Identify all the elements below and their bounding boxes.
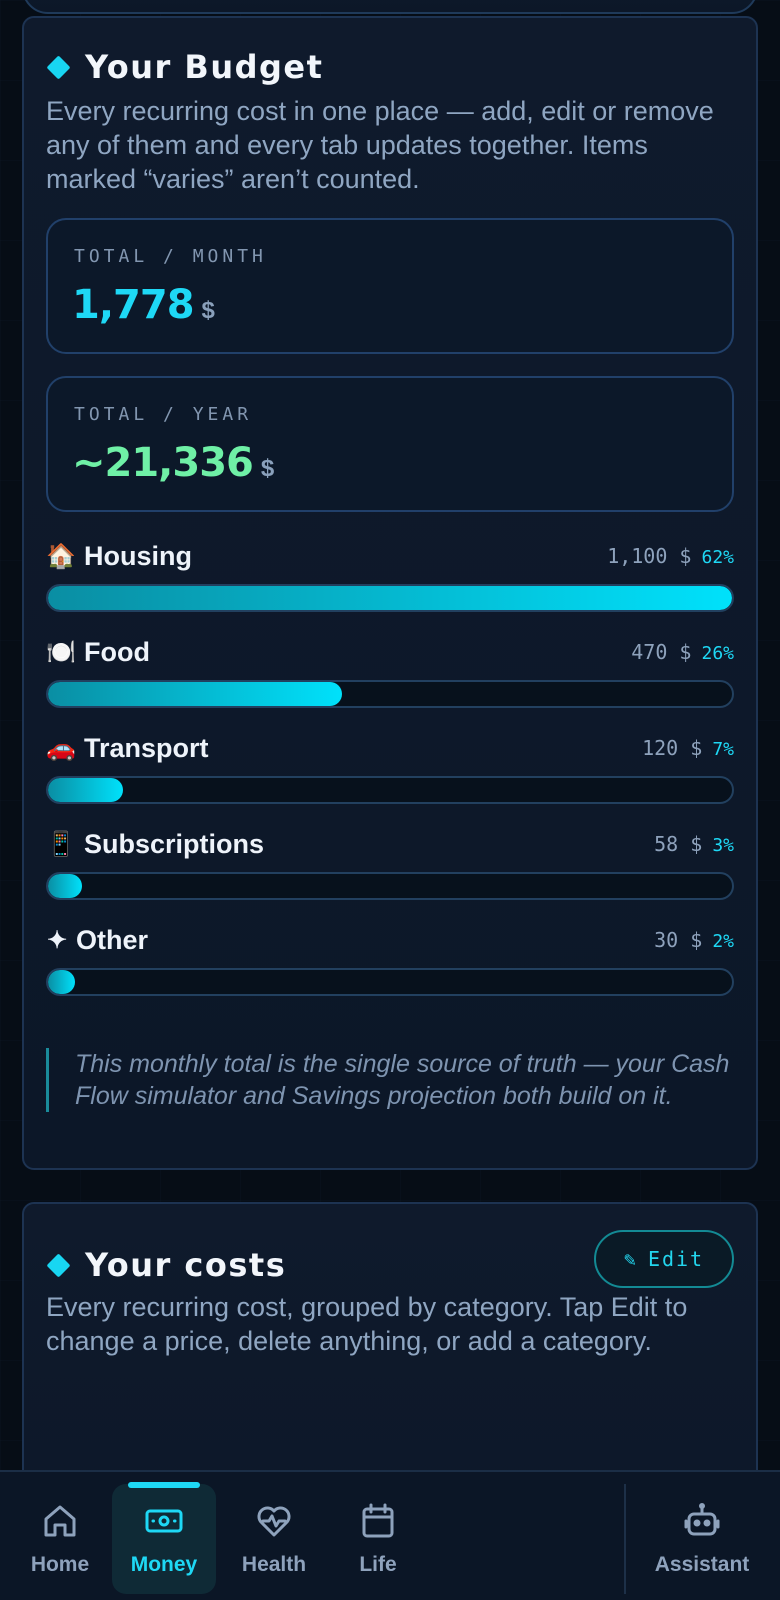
- total-month-value-group: 1,778 $: [72, 282, 215, 328]
- progress-fill: [48, 874, 83, 898]
- house-icon: 🏠: [46, 542, 76, 570]
- total-year-value-group: ~21,336 $: [72, 440, 274, 486]
- progress-fill: [48, 778, 124, 802]
- pencil-icon: ✎: [623, 1247, 638, 1271]
- edit-label: Edit: [647, 1247, 705, 1271]
- category-percent: 7%: [712, 739, 734, 760]
- car-icon: 🚗: [46, 734, 76, 762]
- calendar-icon: [362, 1503, 394, 1538]
- previous-card-edge: [22, 0, 758, 14]
- category-progress-bar: [46, 776, 734, 804]
- nav-label: Money: [130, 1553, 198, 1576]
- nav-money[interactable]: Money: [112, 1482, 216, 1594]
- nav-life[interactable]: Life: [326, 1484, 430, 1594]
- budget-note: This monthly total is the single source …: [46, 1048, 736, 1112]
- plate-icon: 🍽️: [46, 638, 76, 666]
- category-percent: 3%: [712, 835, 734, 856]
- nav-label: Health: [241, 1553, 307, 1576]
- category-name: Subscriptions: [84, 828, 265, 859]
- total-month-card: TOTAL / MONTH 1,778 $: [46, 218, 734, 354]
- nav-health[interactable]: Health: [222, 1484, 326, 1594]
- bottom-navigation: Home Money Health Life Assistant: [0, 1470, 780, 1600]
- total-year-label: TOTAL / YEAR: [74, 404, 253, 425]
- total-year-card: TOTAL / YEAR ~21,336 $: [46, 376, 734, 512]
- sparkle-icon: ✦: [46, 926, 68, 954]
- total-month-value: 1,778: [72, 282, 195, 328]
- total-month-label: TOTAL / MONTH: [74, 246, 267, 267]
- costs-title: Your costs: [85, 1246, 287, 1284]
- category-other: ✦ Other 30 $ 2%: [46, 920, 734, 1000]
- phone-icon: 📱: [46, 830, 76, 858]
- progress-fill: [48, 682, 343, 706]
- category-housing: 🏠 Housing 1,100 $ 62%: [46, 536, 734, 616]
- category-progress-bar: [46, 584, 734, 612]
- budget-header: Your Budget: [46, 48, 323, 86]
- category-percent: 2%: [712, 931, 734, 952]
- category-amount: 1,100 $: [607, 544, 692, 568]
- category-amount: 30 $: [654, 928, 703, 952]
- category-subscriptions: 📱 Subscriptions 58 $ 3%: [46, 824, 734, 904]
- total-year-value: ~21,336: [72, 440, 254, 486]
- budget-title: Your Budget: [85, 48, 324, 86]
- category-transport: 🚗 Transport 120 $ 7%: [46, 728, 734, 808]
- money-icon: [145, 1509, 183, 1533]
- category-amount: 120 $: [642, 736, 703, 760]
- total-year-unit: $: [260, 455, 275, 482]
- progress-fill: [48, 970, 76, 994]
- nav-divider: [624, 1484, 626, 1594]
- category-progress-bar: [46, 968, 734, 996]
- budget-description: Every recurring cost in one place — add,…: [46, 96, 714, 194]
- budget-card: Your Budget Every recurring cost in one …: [22, 16, 758, 1170]
- category-percent: 62%: [701, 547, 734, 568]
- heart-pulse-icon: [257, 1506, 291, 1537]
- category-name: Transport: [84, 732, 209, 763]
- category-percent: 26%: [701, 643, 734, 664]
- home-icon: [44, 1505, 76, 1537]
- category-name: Food: [84, 636, 150, 667]
- nav-label: Assistant: [654, 1553, 750, 1576]
- nav-assistant[interactable]: Assistant: [646, 1484, 758, 1594]
- progress-fill: [48, 586, 732, 610]
- total-month-unit: $: [201, 297, 215, 324]
- category-amount: 58 $: [654, 832, 703, 856]
- category-food: 🍽️ Food 470 $ 26%: [46, 632, 734, 712]
- diamond-icon: [46, 54, 71, 80]
- edit-button[interactable]: ✎ Edit: [594, 1230, 734, 1288]
- nav-label: Life: [359, 1553, 397, 1576]
- nav-home[interactable]: Home: [8, 1484, 112, 1594]
- category-amount: 470 $: [631, 640, 692, 664]
- category-progress-bar: [46, 680, 734, 708]
- category-progress-bar: [46, 872, 734, 900]
- nav-label: Home: [30, 1553, 90, 1576]
- robot-icon: [684, 1503, 720, 1536]
- diamond-icon: [46, 1252, 71, 1278]
- category-name: Other: [76, 924, 149, 955]
- category-name: Housing: [84, 540, 192, 571]
- costs-header: Your costs: [46, 1246, 286, 1284]
- costs-description: Every recurring cost, grouped by categor…: [46, 1292, 688, 1356]
